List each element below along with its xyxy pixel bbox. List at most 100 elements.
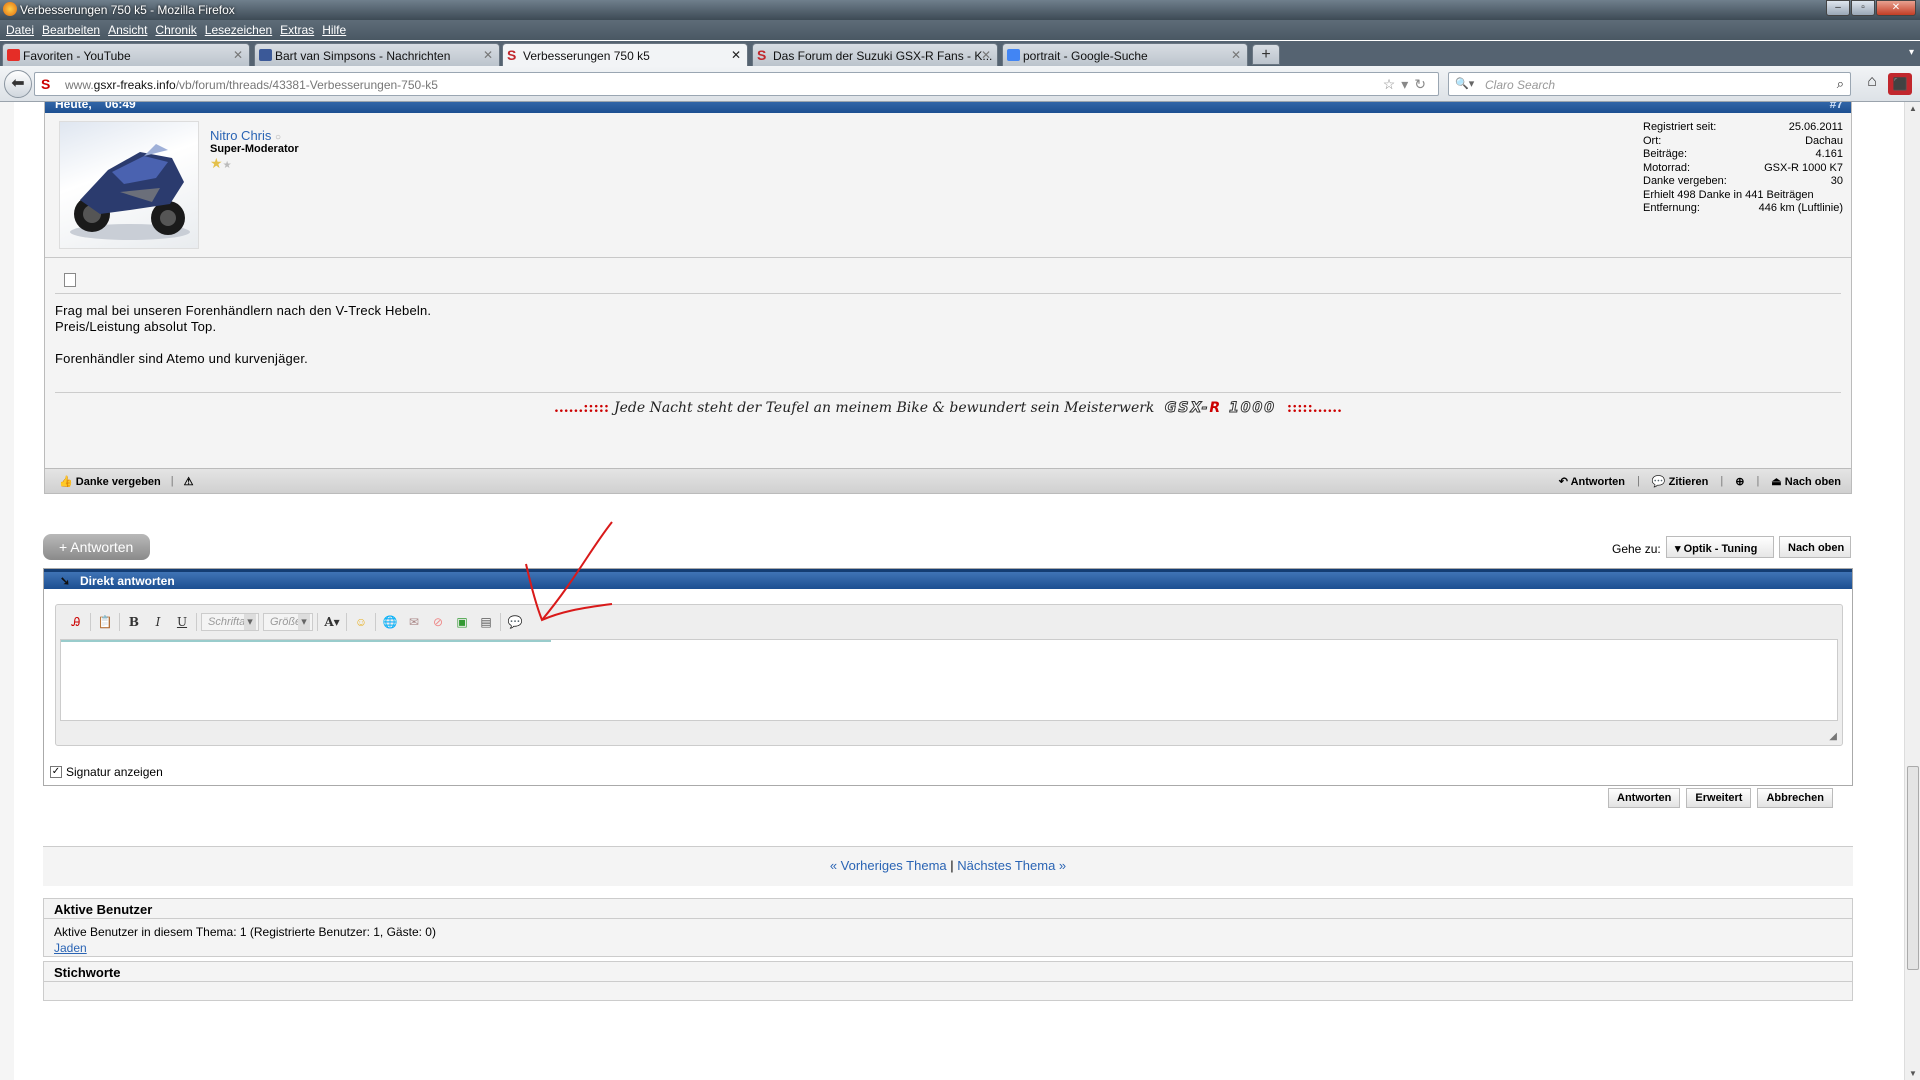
menu-hilfe[interactable]: Hilfe [320,20,352,40]
thumbs-up-icon: 👍 [59,476,73,488]
video-icon[interactable]: ▤ [476,612,496,632]
tab-bar: Favoriten - YouTube ✕ Bart van Simpsons … [0,41,1920,67]
close-window-button[interactable]: ✕ [1876,0,1916,16]
goto-forum-select[interactable]: ▾ Optik - Tuning [1666,536,1774,558]
size-select[interactable]: Größe [263,613,313,631]
reply-icon: ↶ [1558,476,1568,488]
menu-lesezeichen[interactable]: Lesezeichen [203,20,278,40]
new-reply-button[interactable]: + Antworten [43,534,150,560]
author-name[interactable]: Nitro Chris ○ [210,128,281,143]
menu-ansicht[interactable]: Ansicht [106,20,153,40]
url-text: www.gsxr-freaks.info/vb/forum/threads/43… [65,78,438,92]
annotation-arrow [525,521,613,622]
top-button[interactable]: ⏏ Nach oben [1771,475,1841,488]
menu-datei[interactable]: Datei [4,20,40,40]
post-number[interactable]: #7 [1830,102,1843,111]
italic-icon[interactable]: I [148,612,168,632]
reply-textarea[interactable] [60,639,1838,721]
tab-gsxr-forum[interactable]: S Das Forum der Suzuki GSX-R Fans - K...… [752,43,998,66]
menu-chronik[interactable]: Chronik [153,20,202,40]
wysiwyg-editor: Ꭿ 📋 B I U Schriftart Größe A▾ ☺ 🌐 ✉ ⊘ ▣ [55,604,1843,746]
paste-icon[interactable]: 📋 [95,612,115,632]
avatar[interactable] [59,121,199,249]
post-footer: 👍 Danke vergeben | ⚠ ↶ Antworten | 💬 Zit… [45,468,1851,493]
facebook-icon [259,49,272,61]
quick-reply-panel: ➘ Direkt antworten Ꭿ 📋 B I U Schriftart … [43,568,1853,786]
navigation-bar: ⬅ S www.gsxr-freaks.info/vb/forum/thread… [0,66,1920,102]
gsxr-logo: GSX-R 1000 [1164,400,1277,417]
active-users-title: Aktive Benutzer [44,899,1852,919]
close-tab-icon[interactable]: ✕ [981,48,991,62]
scrollbar-thumb[interactable] [1907,766,1919,970]
scroll-up-icon[interactable]: ▲ [1909,104,1917,113]
cancel-button[interactable]: Abbrechen [1757,788,1833,808]
tab-label: Favoriten - YouTube [23,49,131,63]
search-engine-icon[interactable]: 🔍▾ [1455,77,1474,90]
close-tab-icon[interactable]: ✕ [233,48,243,62]
tags-panel: Stichworte [43,961,1853,1001]
stat-thanks-given: Danke vergeben: 30 [1643,175,1843,187]
post-message: Frag mal bei unseren Forenhändlern nach … [55,303,432,366]
tab-label: Bart van Simpsons - Nachrichten [275,49,451,63]
home-icon[interactable]: ⌂ [1860,73,1884,95]
advanced-button[interactable]: Erweitert [1686,788,1752,808]
site-identity-icon[interactable]: S [41,77,55,91]
tab-list-icon[interactable]: ▾ [1909,47,1914,58]
report-icon[interactable]: ⚠ [184,475,194,488]
previous-thread-link[interactable]: « Vorheriges Thema [830,858,947,873]
link-icon[interactable]: 🌐 [380,612,400,632]
search-box[interactable]: 🔍▾ Claro Search ⌕ [1448,72,1851,96]
page-scrollbar[interactable]: ▲ ▼ [1904,102,1920,1080]
submit-reply-button[interactable]: Antworten [1608,788,1681,808]
smiley-icon[interactable]: ☺ [351,612,371,632]
font-select[interactable]: Schriftart [201,613,259,631]
new-tab-button[interactable]: + [1252,44,1280,65]
checkbox-checked-icon[interactable]: ✓ [50,766,62,778]
underline-icon[interactable]: U [172,612,192,632]
unlink-icon[interactable]: ⊘ [428,612,448,632]
menu-extras[interactable]: Extras [278,20,320,40]
close-tab-icon[interactable]: ✕ [483,48,493,62]
stat-motorcycle: Motorrad: GSX-R 1000 K7 [1643,161,1843,174]
url-bar[interactable]: S www.gsxr-freaks.info/vb/forum/threads/… [34,72,1439,96]
resize-grip-icon[interactable]: ◢ [1829,731,1837,742]
back-button[interactable]: ⬅ [4,70,32,98]
signature-checkbox[interactable]: ✓ Signatur anzeigen [50,765,163,779]
author-role: Super-Moderator [210,143,299,155]
thanks-button[interactable]: 👍 Danke vergeben [59,475,161,488]
quote-button[interactable]: 💬 Zitieren [1652,475,1709,488]
maximize-button[interactable]: ▫ [1851,0,1875,16]
remove-format-icon[interactable]: Ꭿ [66,612,86,632]
thread-navigation: « Vorheriges Thema | Nächstes Thema » [43,846,1853,886]
tab-label: Verbesserungen 750 k5 [523,49,650,63]
font-color-icon[interactable]: A▾ [322,612,342,632]
active-user-link[interactable]: Jaden [54,941,87,955]
close-tab-icon[interactable]: ✕ [1231,48,1241,62]
youtube-icon [7,49,20,61]
collapse-arrow-icon[interactable]: ➘ [60,574,70,588]
multiquote-icon[interactable]: ⊕ [1735,475,1744,488]
tab-youtube[interactable]: Favoriten - YouTube ✕ [2,43,250,66]
tab-facebook[interactable]: Bart van Simpsons - Nachrichten ✕ [254,43,500,66]
tab-google[interactable]: portrait - Google-Suche ✕ [1002,43,1248,66]
close-tab-icon[interactable]: ✕ [731,48,741,62]
post-header: Heute, 06:49 #7 [45,102,1851,113]
tab-verbesserungen[interactable]: S Verbesserungen 750 k5 ✕ [502,43,748,67]
email-icon[interactable]: ✉ [404,612,424,632]
quick-reply-header: ➘ Direkt antworten [44,569,1852,589]
reply-button[interactable]: ↶ Antworten [1559,475,1625,488]
bookmark-star-icon[interactable]: ☆▾↻ [1383,76,1432,93]
author-stats: Registriert seit: 25.06.2011 Ort: Dachau B… [1643,121,1843,216]
minimize-button[interactable]: – [1826,0,1850,16]
image-icon[interactable]: ▣ [452,612,472,632]
menu-bearbeiten[interactable]: Bearbeiten [40,20,106,40]
goto-top-button[interactable]: Nach oben [1779,536,1851,558]
search-icon[interactable]: ⌕ [1837,76,1844,92]
addon-icon[interactable]: ⬛ [1888,73,1912,95]
scroll-down-icon[interactable]: ▼ [1909,1069,1917,1078]
forum-post: Heute, 06:49 #7 Nitro Chris ○ Super-Mode… [44,102,1852,494]
menu-bar: Datei Bearbeiten Ansicht Chronik Lesezei… [0,20,1920,40]
bold-icon[interactable]: B [124,612,144,632]
next-thread-link[interactable]: Nächstes Thema » [957,858,1066,873]
quick-reply-buttons: Antworten Erweitert Abbrechen [1608,788,1833,808]
